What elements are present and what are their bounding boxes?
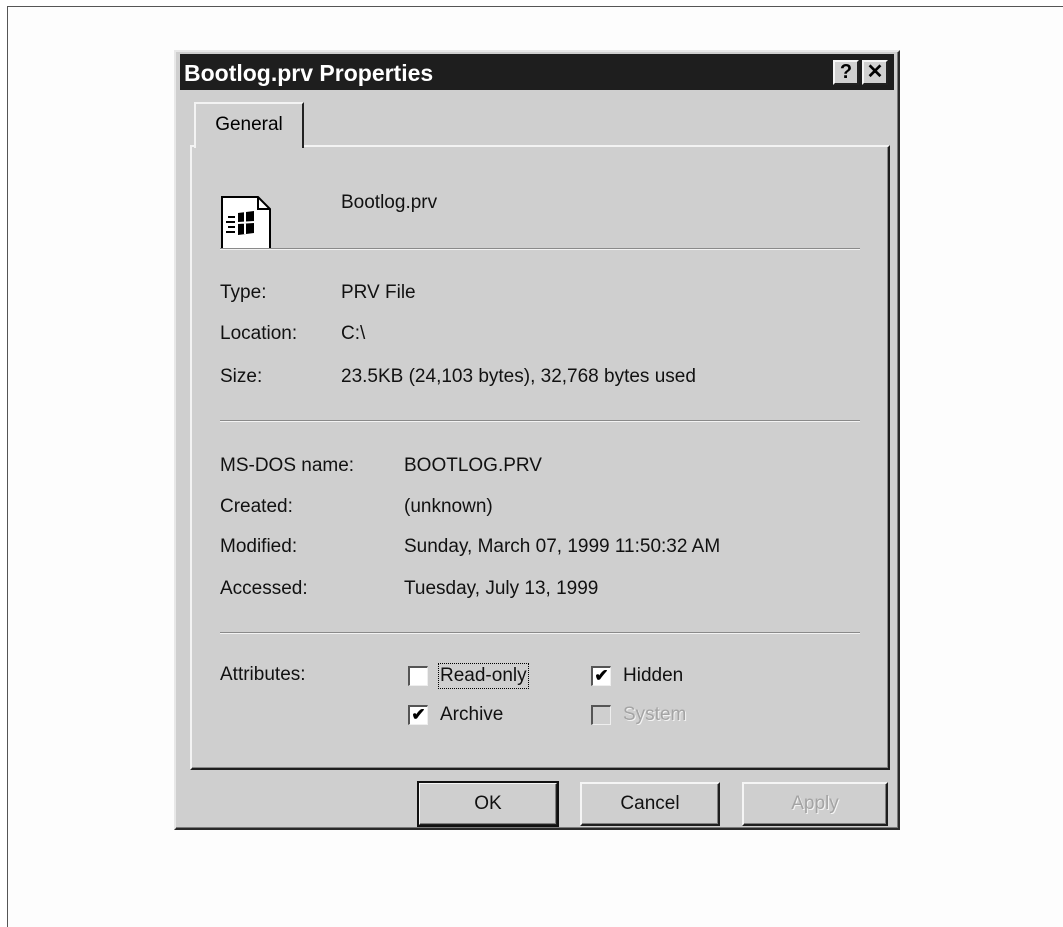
separator [220,420,860,422]
archive-label[interactable]: Archive [440,704,503,726]
location-value: C:\ [341,323,366,344]
help-button[interactable]: ? [833,60,859,85]
hidden-check-box[interactable]: ✔ [591,666,611,686]
size-value: 23.5KB (24,103 bytes), 32,768 bytes used [341,366,696,387]
modified-label: Modified: [220,536,298,557]
system-label: System [623,704,687,725]
separator [220,248,860,250]
file-name: Bootlog.prv [341,192,438,213]
type-label: Type: [220,282,267,303]
title-bar[interactable]: Bootlog.prv Properties ? ✕ [180,54,894,90]
size-label: Size: [220,366,263,387]
system-check-box [591,705,611,725]
help-icon: ? [839,61,853,83]
hidden-checkbox[interactable]: ✔ Hidden [591,665,683,687]
windows-document-icon [221,196,271,250]
properties-dialog: Bootlog.prv Properties ? ✕ General Bootl… [174,50,900,830]
read-only-check-box[interactable] [408,666,428,686]
read-only-label[interactable]: Read-only [438,663,529,689]
close-button[interactable]: ✕ [862,60,888,85]
separator [220,632,860,634]
msdos-name-label: MS-DOS name: [220,455,355,476]
apply-button: Apply [742,782,888,826]
close-icon: ✕ [866,61,884,83]
read-only-checkbox[interactable]: Read-only [408,663,529,689]
hidden-label[interactable]: Hidden [623,665,683,687]
modified-value: Sunday, March 07, 1999 11:50:32 AM [404,536,721,557]
created-value: (unknown) [404,496,493,517]
cancel-button[interactable]: Cancel [580,782,720,826]
accessed-label: Accessed: [220,578,308,599]
msdos-name-value: BOOTLOG.PRV [404,455,542,476]
ok-button[interactable]: OK [417,781,559,827]
location-label: Location: [220,323,298,344]
accessed-value: Tuesday, July 13, 1999 [404,578,599,599]
tab-general[interactable]: General [194,102,304,148]
created-label: Created: [220,496,293,517]
type-value: PRV File [341,282,416,303]
archive-checkbox[interactable]: ✔ Archive [408,704,503,726]
system-checkbox: System [591,704,686,726]
archive-check-box[interactable]: ✔ [408,705,428,725]
window-title: Bootlog.prv Properties [184,60,434,86]
attributes-label: Attributes: [220,664,306,685]
